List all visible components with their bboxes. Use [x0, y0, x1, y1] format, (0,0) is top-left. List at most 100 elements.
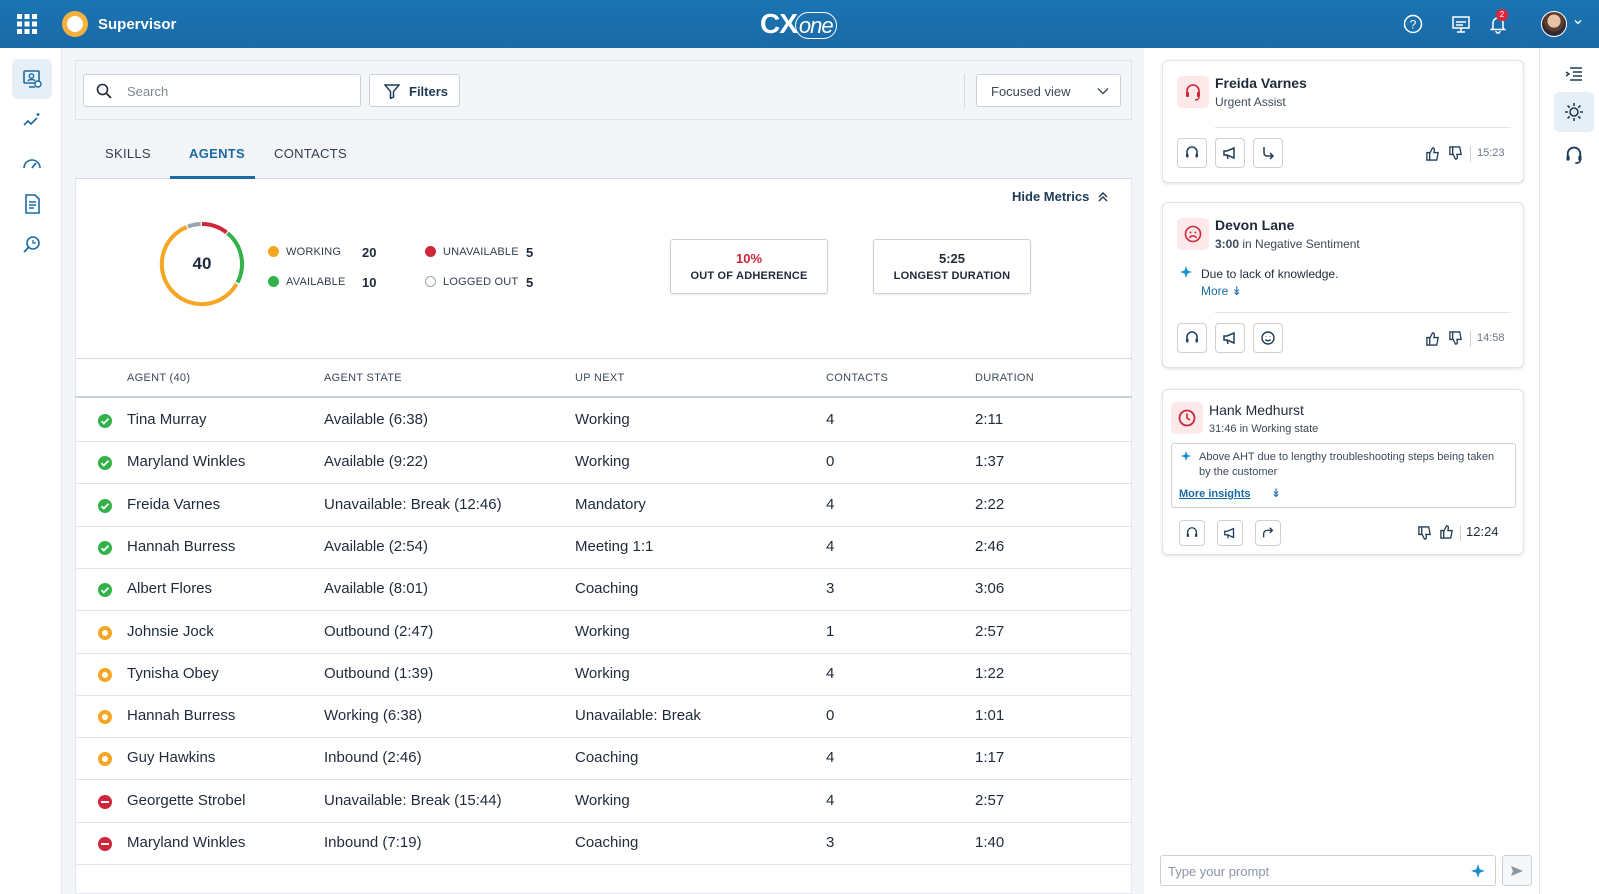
table-row[interactable]: Tynisha Obey Outbound (1:39) Working 4 1:22	[75, 654, 1132, 696]
col-contacts[interactable]: CONTACTS	[826, 372, 888, 384]
chevron-double-up-icon[interactable]	[1097, 191, 1109, 203]
thumbs-up-icon[interactable]	[1425, 146, 1440, 161]
forward-button[interactable]	[1255, 520, 1281, 546]
contacts-count: 1	[826, 622, 835, 640]
headset-icon	[1186, 527, 1198, 537]
filters-button[interactable]: Filters	[369, 74, 460, 107]
up-next: Working	[575, 411, 630, 428]
alert-card-above-aht: Hank Medhurst 31:46 in Working state Abo…	[1162, 389, 1524, 555]
collapse-panel-button[interactable]	[1554, 54, 1594, 94]
tab-contacts[interactable]: CONTACTS	[274, 146, 347, 161]
longest-duration-metric-card[interactable]: 5:25 LONGEST DURATION	[873, 239, 1031, 294]
user-avatar[interactable]	[1541, 11, 1567, 37]
tab-agents[interactable]: AGENTS	[189, 146, 245, 161]
listen-button[interactable]	[1179, 520, 1205, 546]
logged-out-status-dot	[425, 276, 436, 287]
table-row[interactable]: Albert Flores Available (8:01) Coaching 3 3:…	[75, 569, 1132, 612]
col-duration[interactable]: DURATION	[975, 372, 1034, 384]
table-row[interactable]: Johnsie Jock Outbound (2:47) Working 1 2:57	[75, 612, 1132, 654]
duration: 2:11	[975, 411, 1004, 428]
agent-name: Albert Flores	[127, 580, 213, 598]
table-row[interactable]: Guy Hawkins Inbound (2:46) Coaching 4 1:17	[75, 738, 1132, 781]
up-next: Working	[575, 664, 630, 682]
card-agent-name: Freida Varnes	[1215, 75, 1307, 91]
contacts-count: 4	[826, 495, 835, 513]
agent-state: Unavailable: Break (12:46)	[324, 495, 502, 513]
tab-skills[interactable]: SKILLS	[105, 146, 151, 161]
clock-icon	[1171, 402, 1203, 434]
copilot-tab[interactable]	[1554, 92, 1594, 132]
top-bar: Supervisor CXone ? 2	[0, 0, 1599, 48]
table-row[interactable]: Maryland Winkles Inbound (7:19) Coaching 3 1…	[75, 823, 1132, 865]
available-status-icon	[98, 583, 112, 598]
col-up-next[interactable]: UP NEXT	[575, 372, 625, 384]
agent-name: Georgette Strobel	[127, 791, 246, 809]
sentiment-button[interactable]	[1253, 323, 1283, 353]
available-status-icon	[98, 456, 112, 471]
help-icon[interactable]: ?	[1403, 14, 1423, 34]
hide-metrics-button[interactable]: Hide Metrics	[1012, 189, 1089, 204]
app-launcher-icon[interactable]	[16, 13, 38, 35]
table-row[interactable]: Hannah Burress Available (2:54) Meeting 1:…	[75, 527, 1132, 569]
more-link[interactable]: More ↡	[1201, 284, 1242, 298]
thumbs-down-icon[interactable]	[1448, 331, 1463, 346]
nav-dashboard[interactable]	[12, 143, 52, 183]
agent-state: Available (9:22)	[324, 453, 428, 471]
table-row[interactable]: Hannah Burress Working (6:38) Unavailable:…	[75, 696, 1132, 739]
thumbs-up-icon[interactable]	[1439, 524, 1454, 539]
redirect-arrow-icon	[1263, 147, 1275, 160]
table-row[interactable]: Freida Varnes Unavailable: Break (12:46) M…	[75, 485, 1132, 527]
duration: 2:22	[975, 495, 1005, 513]
search-icon	[96, 83, 112, 99]
view-select[interactable]: Focused view	[976, 74, 1121, 107]
card-agent-name: Devon Lane	[1215, 217, 1295, 233]
whisper-button[interactable]	[1215, 138, 1245, 168]
duration: 2:57	[975, 791, 1005, 809]
working-status-dot	[268, 246, 279, 257]
agent-assist-tab[interactable]	[1554, 135, 1594, 175]
ai-gear-icon	[1565, 103, 1583, 121]
megaphone-icon	[1223, 146, 1235, 160]
more-insights-link[interactable]: More insights	[1179, 488, 1251, 500]
table-row[interactable]: Georgette Strobel Unavailable: Break (15:…	[75, 781, 1132, 823]
thumbs-up-icon[interactable]	[1425, 331, 1440, 346]
col-agent[interactable]: AGENT (40)	[127, 372, 190, 384]
thumbs-down-icon[interactable]	[1448, 146, 1463, 161]
table-row[interactable]: Maryland Winkles Available (9:22) Working 0…	[75, 442, 1132, 485]
alert-card-negative-sentiment: Devon Lane 3:00 in Negative Sentiment Du…	[1162, 202, 1524, 368]
available-status-icon	[98, 414, 112, 428]
contacts-count: 4	[826, 537, 835, 555]
megaphone-icon	[1223, 331, 1235, 345]
listen-button[interactable]	[1177, 138, 1207, 168]
nav-reports[interactable]	[12, 184, 52, 224]
send-button[interactable]	[1502, 855, 1532, 886]
barge-button[interactable]	[1253, 138, 1283, 168]
agent-name: Maryland Winkles	[127, 834, 246, 851]
prompt-input[interactable]: Type your prompt	[1160, 855, 1496, 886]
whisper-button[interactable]	[1217, 520, 1243, 546]
card-vertical-divider	[1470, 146, 1471, 162]
agent-state: Unavailable: Break (15:44)	[324, 791, 502, 809]
insight-text: Above AHT due to lengthy troubleshooting…	[1199, 451, 1495, 478]
headset-icon	[1186, 146, 1198, 158]
nav-search-insights[interactable]	[12, 225, 52, 265]
presentation-icon[interactable]	[1451, 14, 1471, 34]
up-next: Working	[575, 791, 630, 809]
chevron-down-icon[interactable]	[1573, 17, 1583, 27]
listen-button[interactable]	[1177, 323, 1207, 353]
table-row[interactable]: Tina Murray Available (6:38) Working 4 2:11	[75, 400, 1132, 442]
filter-icon	[384, 84, 400, 99]
agent-state: Outbound (2:47)	[324, 622, 434, 640]
duration: 1:40	[975, 834, 1005, 851]
col-agent-state[interactable]: AGENT STATE	[324, 372, 402, 384]
nav-supervisor[interactable]	[12, 59, 52, 99]
app-title: Supervisor	[98, 16, 177, 33]
thumbs-down-icon[interactable]	[1417, 526, 1432, 541]
adherence-metric-card[interactable]: 10% OUT OF ADHERENCE	[670, 239, 828, 294]
nav-analytics[interactable]	[12, 101, 52, 141]
logged-out-count: 5	[526, 275, 534, 290]
chevron-double-down-icon[interactable]: ↡	[1271, 486, 1281, 500]
search-input[interactable]: Search	[83, 74, 361, 107]
whisper-button[interactable]	[1215, 323, 1245, 353]
agent-state: Inbound (7:19)	[324, 834, 422, 851]
